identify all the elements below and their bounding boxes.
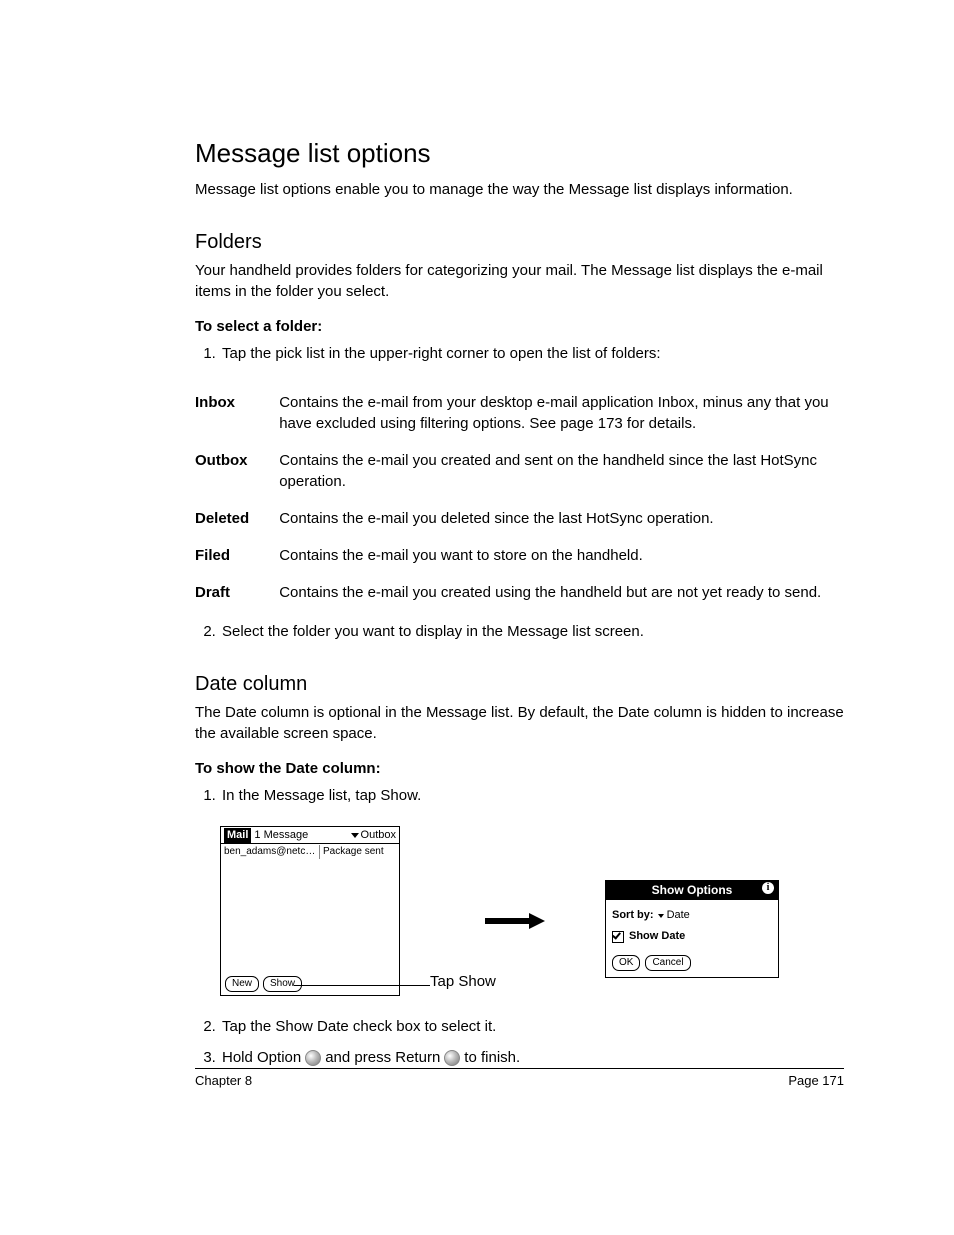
info-icon[interactable]: i (762, 882, 774, 894)
folder-def: Contains the e-mail you created using th… (279, 574, 844, 611)
show-date-checkbox[interactable] (612, 931, 624, 943)
folder-def: Contains the e-mail from your desktop e-… (279, 384, 844, 442)
footer-chapter: Chapter 8 (195, 1072, 252, 1090)
folder-def: Contains the e-mail you want to store on… (279, 537, 844, 574)
callout-line (294, 985, 430, 986)
table-row: Filed Contains the e-mail you want to st… (195, 537, 844, 574)
intro-text: Message list options enable you to manag… (195, 179, 844, 200)
options-screenshot: Show Options i Sort by: Date Show Date O… (605, 880, 779, 978)
folders-task: To select a folder: (195, 316, 844, 337)
folders-step-2: Select the folder you want to display in… (220, 621, 844, 642)
figure-row: Mail 1 Message Outbox ben_adams@netc… Pa… (220, 826, 844, 996)
folder-term: Deleted (195, 500, 279, 537)
mail-screenshot: Mail 1 Message Outbox ben_adams@netc… Pa… (220, 826, 400, 996)
mail-from: ben_adams@netc… (224, 845, 319, 859)
chevron-down-icon[interactable] (658, 914, 664, 918)
table-row: Outbox Contains the e-mail you created a… (195, 442, 844, 500)
sort-by-value[interactable]: Date (667, 908, 690, 923)
folder-def: Contains the e-mail you deleted since th… (279, 500, 844, 537)
arrow-right-icon (485, 911, 545, 931)
folder-def: Contains the e-mail you created and sent… (279, 442, 844, 500)
options-title: Show Options i (606, 881, 778, 900)
folder-term: Outbox (195, 442, 279, 500)
mail-subject: Package sent (319, 845, 384, 859)
tap-show-label: Tap Show (430, 971, 496, 992)
folder-dropdown[interactable]: Outbox (351, 828, 396, 843)
sort-by-label: Sort by: (612, 908, 654, 923)
datecol-heading: Date column (195, 670, 844, 698)
ok-button[interactable]: OK (612, 955, 640, 971)
datecol-step-2: Tap the Show Date check box to select it… (220, 1016, 844, 1037)
folders-desc: Your handheld provides folders for categ… (195, 260, 844, 302)
mail-app-label: Mail (224, 828, 251, 843)
datecol-step-3: Hold Option and press Return to finish. (220, 1047, 844, 1068)
show-date-label: Show Date (629, 929, 685, 944)
return-key-icon (444, 1050, 460, 1066)
folders-step-1: Tap the pick list in the upper-right cor… (220, 343, 844, 364)
cancel-button[interactable]: Cancel (645, 955, 690, 971)
new-button[interactable]: New (225, 976, 259, 992)
datecol-task: To show the Date column: (195, 758, 844, 779)
folders-heading: Folders (195, 228, 844, 256)
table-row: Inbox Contains the e-mail from your desk… (195, 384, 844, 442)
mail-row[interactable]: ben_adams@netc… Package sent (221, 844, 399, 860)
datecol-step-1: In the Message list, tap Show. (220, 785, 844, 806)
folder-term: Inbox (195, 384, 279, 442)
footer-page: Page 171 (788, 1072, 844, 1090)
chevron-down-icon (351, 833, 359, 838)
folder-term: Draft (195, 574, 279, 611)
mail-count: 1 Message (254, 828, 308, 843)
page-title: Message list options (195, 135, 844, 171)
folders-table: Inbox Contains the e-mail from your desk… (195, 384, 844, 611)
show-date-row[interactable]: Show Date (612, 929, 772, 944)
folder-value: Outbox (361, 828, 396, 843)
table-row: Draft Contains the e-mail you created us… (195, 574, 844, 611)
datecol-desc: The Date column is optional in the Messa… (195, 702, 844, 744)
page-footer: Chapter 8 Page 171 (195, 1068, 844, 1090)
show-button[interactable]: Show (263, 976, 302, 992)
option-key-icon (305, 1050, 321, 1066)
folder-term: Filed (195, 537, 279, 574)
sort-by-row: Sort by: Date (612, 908, 772, 923)
table-row: Deleted Contains the e-mail you deleted … (195, 500, 844, 537)
